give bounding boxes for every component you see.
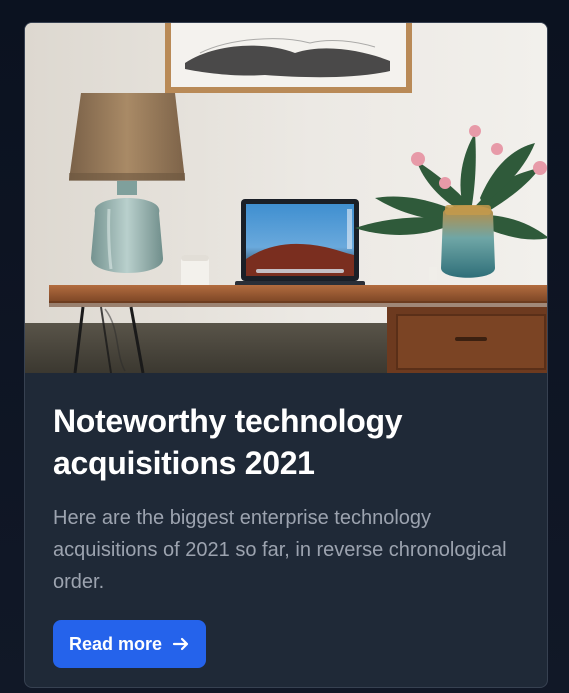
card-title: Noteworthy technology acquisitions 2021 [53, 403, 403, 481]
card-image [25, 23, 547, 373]
arrow-right-icon [172, 635, 190, 653]
page: Noteworthy technology acquisitions 2021 … [0, 0, 569, 693]
read-more-button[interactable]: Read more [53, 620, 207, 669]
read-more-label: Read more [69, 633, 163, 654]
card-description: Here are the biggest enterprise technolo… [53, 507, 507, 594]
card: Noteworthy technology acquisitions 2021 … [24, 22, 548, 688]
card-body: Noteworthy technology acquisitions 2021 … [25, 373, 547, 669]
